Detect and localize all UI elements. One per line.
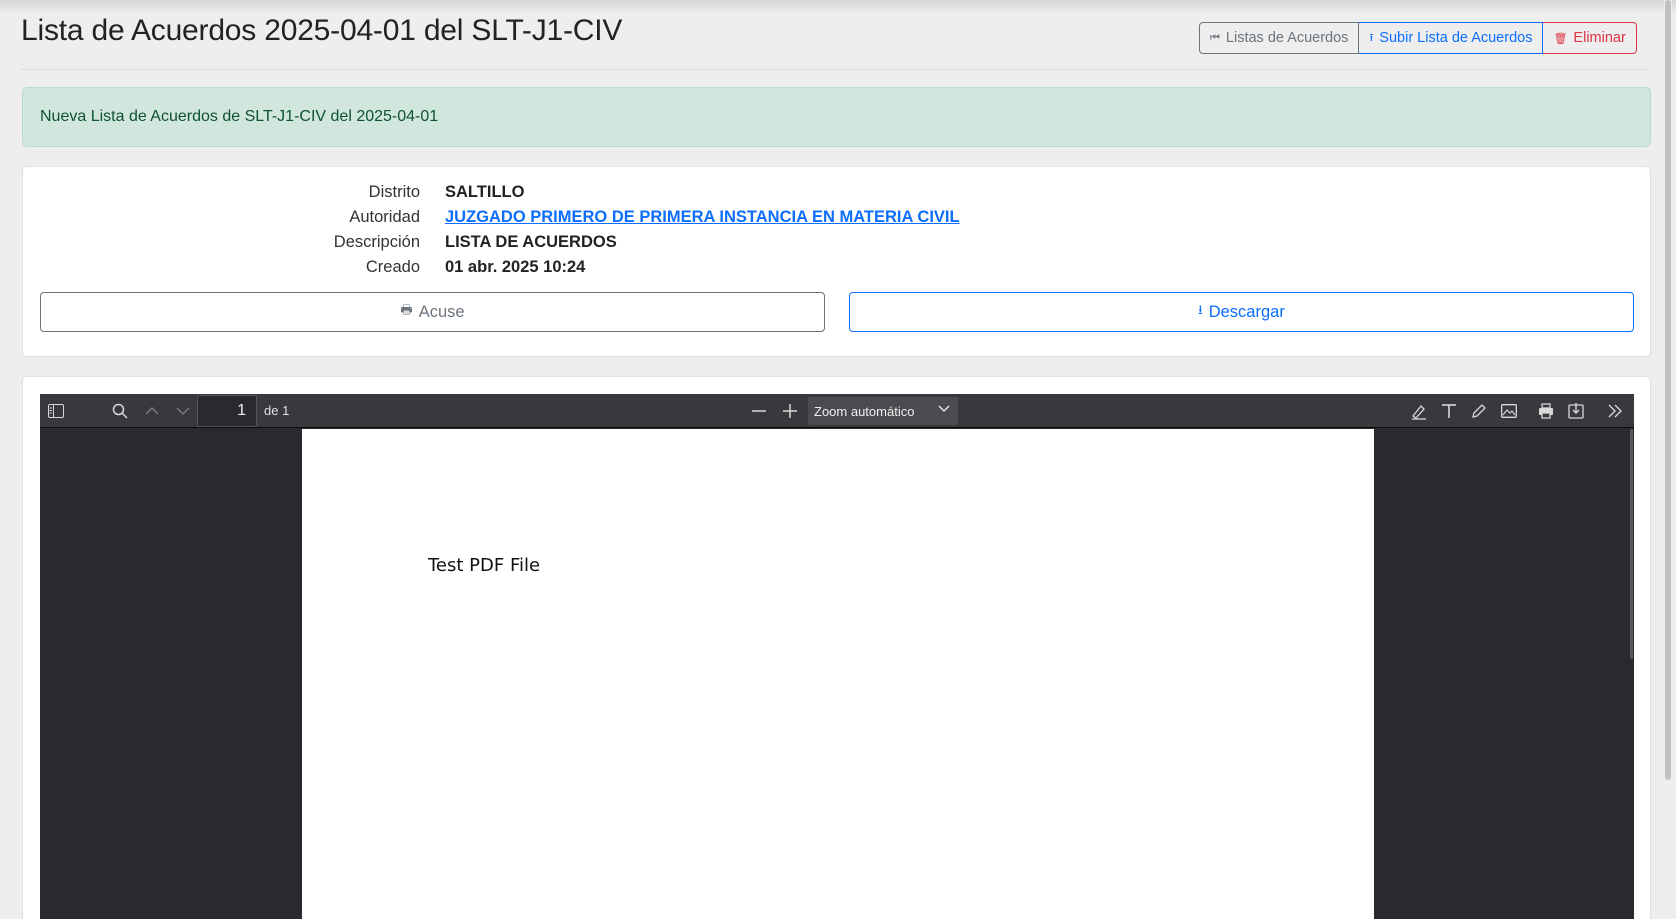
acuse-label: Acuse: [418, 302, 465, 321]
header-actions: ⏮ Listas de Acuerdos ⭱ Subir Lista de Ac…: [1199, 22, 1637, 54]
detail-row-autoridad: Autoridad JUZGADO PRIMERO DE PRIMERA INS…: [23, 205, 1652, 229]
acuse-button[interactable]: 🖶 Acuse: [40, 292, 825, 332]
eliminar-label: Eliminar: [1573, 30, 1626, 46]
distrito-label: Distrito: [368, 182, 420, 201]
detail-row-distrito: Distrito SALTILLO: [23, 180, 1652, 204]
download-icon: ⭳: [1198, 302, 1203, 317]
window-scrollbar[interactable]: [1664, 0, 1672, 919]
zoom-out-icon[interactable]: [748, 400, 770, 422]
autoridad-label: Autoridad: [349, 207, 420, 226]
zoom-select[interactable]: Zoom automático: [808, 397, 958, 425]
pdf-viewer: 1 de 1 Zoom automático Test PDF File: [40, 394, 1634, 919]
save-icon[interactable]: [1565, 400, 1587, 422]
pdf-card: 1 de 1 Zoom automático Test PDF File: [22, 376, 1651, 919]
zoom-in-icon[interactable]: [779, 400, 801, 422]
text-tool-icon[interactable]: [1438, 400, 1460, 422]
page-title: Lista de Acuerdos 2025-04-01 del SLT-J1-…: [21, 14, 623, 47]
window-scrollbar-thumb[interactable]: [1665, 0, 1671, 780]
page-number-input[interactable]: 1: [197, 395, 257, 427]
upload-icon: ⭱: [1369, 31, 1374, 44]
fast-backward-icon: ⏮: [1210, 31, 1220, 44]
eliminar-button[interactable]: 🗑 Eliminar: [1543, 22, 1637, 54]
subir-lista-label: Subir Lista de Acuerdos: [1379, 30, 1533, 46]
pdf-document-text: Test PDF File: [428, 555, 541, 576]
listas-de-acuerdos-label: Listas de Acuerdos: [1225, 30, 1349, 46]
highlight-icon[interactable]: [1408, 400, 1430, 422]
chevron-down-icon: [938, 402, 950, 416]
distrito-value: SALTILLO: [445, 182, 525, 201]
descripcion-label: Descripción: [333, 232, 420, 251]
creado-value: 01 abr. 2025 10:24: [445, 257, 586, 276]
descargar-button[interactable]: ⭳ Descargar: [849, 292, 1634, 332]
subir-lista-button[interactable]: ⭱ Subir Lista de Acuerdos: [1359, 22, 1544, 54]
pdf-page: Test PDF File: [302, 429, 1374, 919]
search-icon[interactable]: [109, 400, 131, 422]
title-divider: [21, 69, 1650, 70]
printer-icon: 🖶: [400, 302, 413, 317]
next-page-icon[interactable]: [172, 400, 194, 422]
pdf-scrollbar-thumb[interactable]: [1630, 429, 1633, 659]
print-icon[interactable]: [1535, 400, 1557, 422]
tools-menu-icon[interactable]: [1604, 400, 1626, 422]
top-shadow: [0, 0, 1676, 14]
trash-icon: 🗑: [1553, 32, 1568, 45]
page-count-label: de 1: [264, 403, 290, 418]
image-icon[interactable]: [1498, 400, 1520, 422]
alert-message: Nueva Lista de Acuerdos de SLT-J1-CIV de…: [40, 108, 439, 125]
pdf-toolbar: 1 de 1 Zoom automático: [40, 394, 1634, 428]
zoom-value: Zoom automático: [814, 403, 915, 419]
sidebar-toggle-icon[interactable]: [45, 400, 67, 422]
descargar-label: Descargar: [1208, 302, 1285, 321]
descripcion-value: LISTA DE ACUERDOS: [445, 232, 617, 251]
listas-de-acuerdos-button[interactable]: ⏮ Listas de Acuerdos: [1199, 22, 1360, 54]
detail-row-creado: Creado 01 abr. 2025 10:24: [23, 255, 1652, 279]
success-alert: Nueva Lista de Acuerdos de SLT-J1-CIV de…: [22, 87, 1651, 147]
autoridad-link[interactable]: JUZGADO PRIMERO DE PRIMERA INSTANCIA EN …: [445, 208, 960, 227]
detail-row-descripcion: Descripción LISTA DE ACUERDOS: [23, 230, 1652, 254]
draw-icon[interactable]: [1468, 400, 1490, 422]
creado-label: Creado: [365, 257, 420, 276]
previous-page-icon[interactable]: [141, 400, 163, 422]
details-card: Distrito SALTILLO Autoridad JUZGADO PRIM…: [22, 166, 1651, 357]
